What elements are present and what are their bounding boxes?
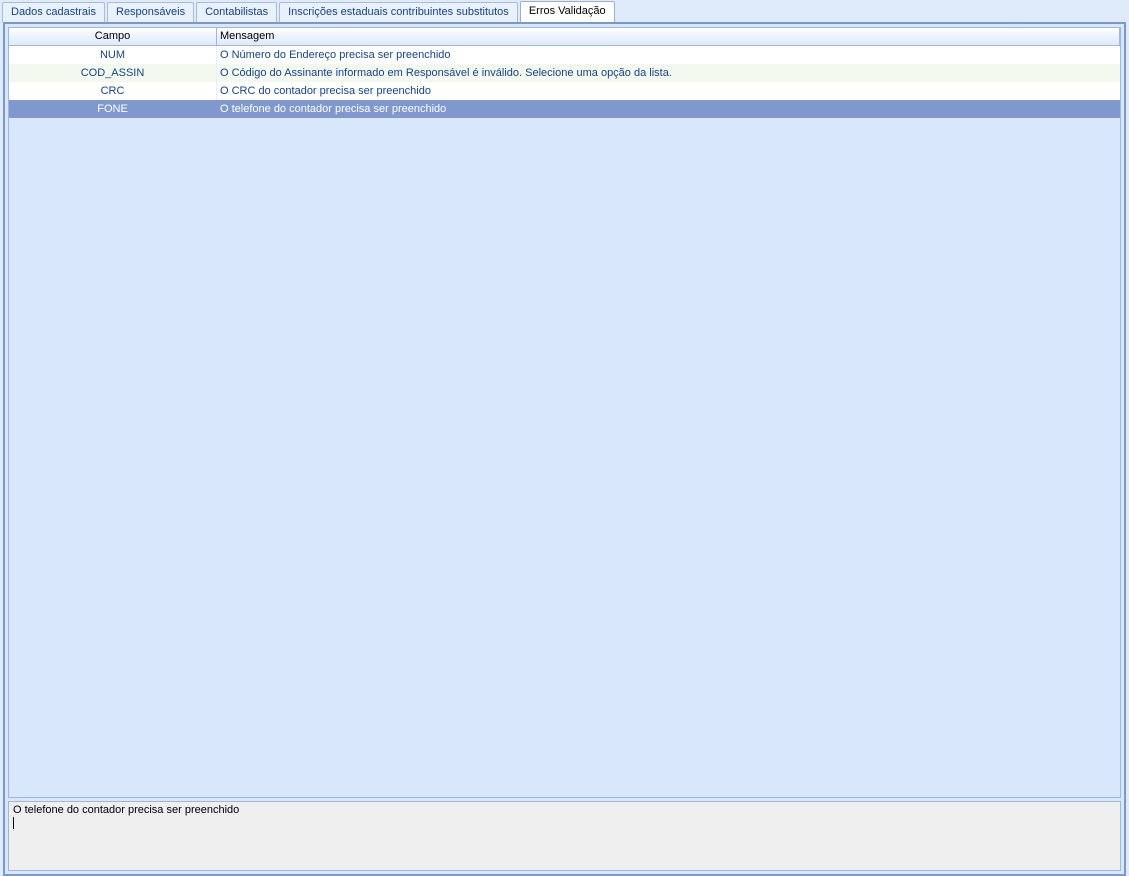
- tab-2[interactable]: Contabilistas: [196, 2, 277, 22]
- tab-1[interactable]: Responsáveis: [107, 2, 194, 22]
- table-row[interactable]: CRCO CRC do contador precisa ser preench…: [9, 82, 1120, 100]
- table-body: NUMO Número do Endereço precisa ser pree…: [9, 46, 1120, 797]
- validation-table: Campo Mensagem NUMO Número do Endereço p…: [8, 27, 1121, 798]
- tab-bar: Dados cadastraisResponsáveisContabilista…: [0, 0, 1129, 22]
- table-row[interactable]: FONEO telefone do contador precisa ser p…: [9, 100, 1120, 118]
- cell-campo: COD_ASSIN: [9, 64, 217, 82]
- tab-0[interactable]: Dados cadastrais: [2, 2, 105, 22]
- cell-campo: FONE: [9, 100, 217, 118]
- column-header-mensagem[interactable]: Mensagem: [217, 28, 1120, 45]
- tab-3[interactable]: Inscrições estaduais contribuintes subst…: [279, 2, 518, 22]
- cell-mensagem: O Código do Assinante informado em Respo…: [217, 64, 1120, 82]
- cell-mensagem: O CRC do contador precisa ser preenchido: [217, 82, 1120, 100]
- text-cursor: [13, 817, 14, 829]
- table-header: Campo Mensagem: [9, 28, 1120, 46]
- tab-content: Campo Mensagem NUMO Número do Endereço p…: [3, 22, 1126, 876]
- detail-textarea[interactable]: O telefone do contador precisa ser preen…: [8, 801, 1121, 871]
- tab-4[interactable]: Erros Validação: [520, 1, 615, 22]
- table-row[interactable]: COD_ASSINO Código do Assinante informado…: [9, 64, 1120, 82]
- cell-mensagem: O telefone do contador precisa ser preen…: [217, 100, 1120, 118]
- cell-campo: CRC: [9, 82, 217, 100]
- table-row[interactable]: NUMO Número do Endereço precisa ser pree…: [9, 46, 1120, 64]
- detail-text: O telefone do contador precisa ser preen…: [13, 804, 239, 816]
- column-header-campo[interactable]: Campo: [9, 28, 217, 45]
- cell-campo: NUM: [9, 46, 217, 64]
- cell-mensagem: O Número do Endereço precisa ser preench…: [217, 46, 1120, 64]
